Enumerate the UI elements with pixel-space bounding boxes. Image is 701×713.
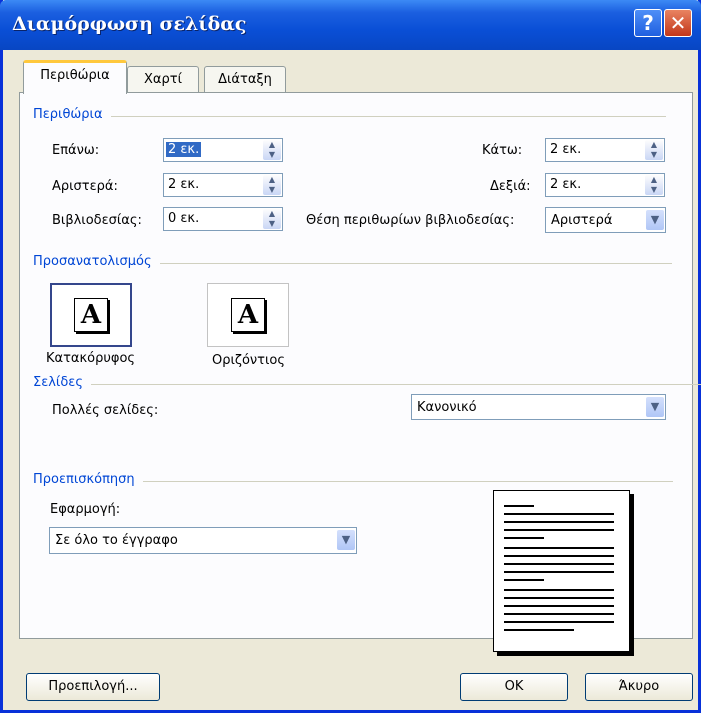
preview-line: [504, 605, 614, 607]
ok-button[interactable]: OK: [460, 673, 568, 701]
chevron-down-icon[interactable]: ▼: [646, 397, 664, 417]
group-margins-label: Περιθώρια: [33, 107, 662, 122]
multiple-pages-value: Κανονικό: [417, 400, 477, 415]
preview-line: [504, 621, 614, 623]
preview-line: [504, 563, 614, 565]
preview-line: [504, 555, 614, 557]
preview-line: [504, 513, 614, 515]
gutter-label: Βιβλιοδεσίας:: [52, 213, 142, 228]
spin-arrows-icon[interactable]: ▲ ▼: [263, 209, 281, 229]
top-margin-label: Επάνω:: [52, 143, 100, 158]
left-margin-label: Αριστερά:: [52, 179, 118, 194]
preview-line: [504, 529, 614, 531]
gutter-position-label: Θέση περιθωρίων βιβλιοδεσίας:: [306, 213, 515, 228]
preview-line: [504, 521, 614, 523]
preview-line: [504, 505, 534, 507]
tab-layout[interactable]: Διάταξη: [204, 66, 286, 94]
preview-line: [504, 537, 544, 539]
multiple-pages-select[interactable]: Κανονικό ▼: [411, 394, 666, 420]
multiple-pages-label: Πολλές σελίδες:: [52, 403, 159, 418]
group-orientation-label: Προσανατολισμός: [33, 254, 670, 269]
preview-line: [504, 629, 574, 631]
portrait-label: Κατακόρυφος: [46, 351, 136, 366]
chevron-down-icon[interactable]: ▼: [337, 530, 355, 550]
title-bar[interactable]: Διαμόρφωση σελίδας ? ✕: [0, 0, 701, 50]
left-margin-value[interactable]: 2 εκ.: [168, 177, 199, 192]
apply-to-select[interactable]: Σε όλο το έγγραφο ▼: [49, 527, 357, 554]
right-margin-label: Δεξιά:: [490, 179, 531, 194]
spin-arrows-icon[interactable]: ▲ ▼: [645, 140, 663, 160]
top-margin-spinner[interactable]: 2 εκ. ▲ ▼: [163, 138, 283, 162]
portrait-option[interactable]: A: [50, 283, 132, 347]
bottom-margin-spinner[interactable]: 2 εκ. ▲ ▼: [545, 138, 665, 162]
preview-line: [504, 613, 614, 615]
spin-arrows-icon[interactable]: ▲ ▼: [263, 175, 281, 195]
group-pages-label: Σελίδες: [33, 375, 701, 390]
window-title: Διαμόρφωση σελίδας: [12, 13, 247, 35]
gutter-position-value: Αριστερά: [551, 213, 613, 228]
apply-to-value: Σε όλο το έγγραφο: [55, 533, 178, 548]
tab-paper[interactable]: Χαρτί: [127, 66, 199, 94]
group-preview-label: Προεπισκόπηση: [33, 472, 671, 487]
bottom-margin-label: Κάτω:: [482, 143, 523, 158]
landscape-option[interactable]: A: [207, 283, 289, 347]
right-margin-value[interactable]: 2 εκ.: [550, 177, 581, 192]
landscape-page-icon: A: [231, 298, 265, 332]
help-button[interactable]: ?: [634, 9, 662, 37]
chevron-down-icon[interactable]: ▼: [646, 210, 664, 230]
preview-line: [504, 571, 614, 573]
portrait-page-icon: A: [74, 298, 108, 332]
spin-arrows-icon[interactable]: ▲ ▼: [263, 140, 281, 160]
close-button[interactable]: ✕: [664, 9, 692, 37]
preview-line: [504, 547, 614, 549]
default-button[interactable]: Προεπιλογή...: [26, 673, 160, 701]
landscape-label: Οριζόντιος: [212, 353, 285, 368]
gutter-value[interactable]: 0 εκ.: [168, 211, 199, 226]
top-margin-value[interactable]: 2 εκ.: [166, 142, 202, 157]
gutter-position-select[interactable]: Αριστερά ▼: [545, 207, 666, 233]
preview-line: [504, 597, 614, 599]
bottom-margin-value[interactable]: 2 εκ.: [550, 142, 581, 157]
page-setup-dialog: Διαμόρφωση σελίδας ? ✕ Περιθώρια Χαρτί Δ…: [0, 0, 701, 713]
cancel-button[interactable]: Άκυρο: [585, 673, 693, 701]
right-margin-spinner[interactable]: 2 εκ. ▲ ▼: [545, 173, 665, 197]
page-preview-thumbnail: [493, 490, 630, 652]
apply-to-label: Εφαρμογή:: [50, 502, 121, 517]
left-margin-spinner[interactable]: 2 εκ. ▲ ▼: [163, 173, 283, 197]
spin-arrows-icon[interactable]: ▲ ▼: [645, 175, 663, 195]
preview-line: [504, 579, 544, 581]
preview-line: [504, 589, 614, 591]
gutter-spinner[interactable]: 0 εκ. ▲ ▼: [163, 207, 283, 231]
tab-margins[interactable]: Περιθώρια: [23, 60, 127, 94]
